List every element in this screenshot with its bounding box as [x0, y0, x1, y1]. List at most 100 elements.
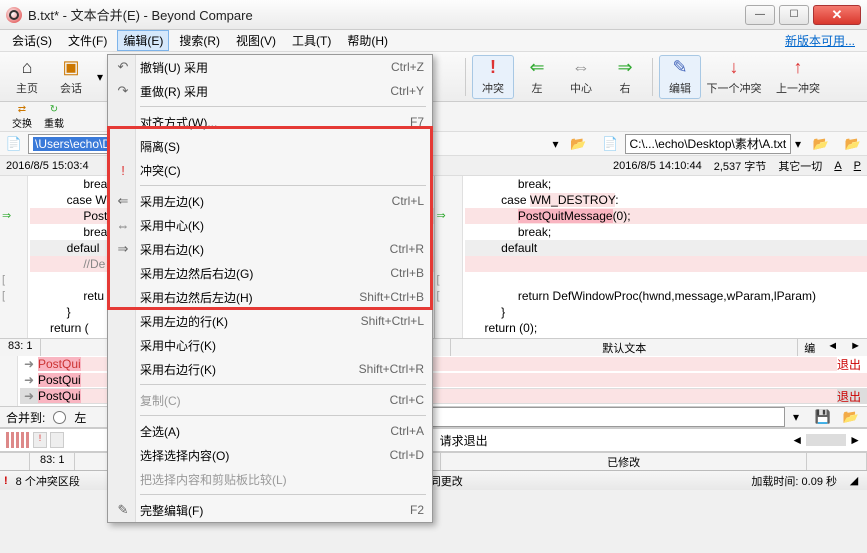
- code-line[interactable]: break;: [465, 176, 867, 192]
- overview-scrollbar[interactable]: [806, 434, 846, 446]
- menu-item-label: 重做(R) 采用: [140, 83, 390, 100]
- app-icon: [6, 7, 22, 23]
- stat-mod: 已修改: [441, 453, 807, 470]
- open-mid-icon[interactable]: 📂: [569, 135, 589, 153]
- header-p[interactable]: P: [854, 160, 861, 172]
- menu-tools[interactable]: 工具(T): [286, 30, 337, 51]
- merge-path-dropdown[interactable]: ▾: [793, 410, 805, 424]
- separator: [652, 58, 653, 96]
- exit-label2: 退出: [837, 388, 867, 405]
- session-dropdown-arrow[interactable]: ▾: [94, 70, 106, 84]
- code-line[interactable]: PostQuitMessage(0);: [465, 208, 867, 224]
- scroll-right-ov[interactable]: ►: [849, 433, 861, 447]
- menu-item-icon: ↷: [114, 83, 132, 99]
- prev-conflict-button[interactable]: ↑上一冲突: [767, 55, 829, 99]
- edit-mode[interactable]: 编: [798, 339, 821, 356]
- menu-item[interactable]: ⇐采用左边(K)Ctrl+L: [108, 189, 432, 213]
- open-right-icon2[interactable]: 📂: [843, 135, 863, 153]
- code-line[interactable]: return (0);: [465, 320, 867, 336]
- code-line[interactable]: break;: [465, 224, 867, 240]
- menu-item[interactable]: 选择选择内容(O)Ctrl+D: [108, 443, 432, 467]
- file-icon-right: 📄: [601, 135, 621, 153]
- center-button[interactable]: ⇔中心: [560, 55, 602, 99]
- exclaim-icon: !: [490, 57, 496, 78]
- reload-button[interactable]: ↻重载: [38, 104, 70, 130]
- menu-item[interactable]: ↶撤销(U) 采用Ctrl+Z: [108, 55, 432, 79]
- session-button[interactable]: ▣会话: [50, 55, 92, 99]
- scroll-left[interactable]: ◄: [821, 339, 844, 356]
- menu-item-label: 撤销(U) 采用: [140, 59, 391, 76]
- menu-item[interactable]: 采用右边然后左边(H)Shift+Ctrl+B: [108, 285, 432, 309]
- menu-item-label: 选择选择内容(O): [140, 447, 390, 464]
- code-line[interactable]: default: [465, 240, 867, 256]
- code-line[interactable]: [465, 272, 867, 288]
- menu-item[interactable]: 全选(A)Ctrl+A: [108, 419, 432, 443]
- update-link[interactable]: 新版本可用...: [779, 30, 861, 51]
- menu-file[interactable]: 文件(F): [62, 30, 113, 51]
- menu-separator: [140, 185, 426, 186]
- maximize-button[interactable]: ☐: [779, 5, 809, 25]
- menu-item: 复制(C)Ctrl+C: [108, 388, 432, 412]
- menu-item-icon: ↶: [114, 59, 132, 75]
- menu-session[interactable]: 会话(S): [6, 30, 58, 51]
- open-merge-icon[interactable]: 📂: [841, 408, 861, 426]
- code-pane-right[interactable]: ⇒ [ [ break; case WM_DESTROY: PostQuitMe…: [434, 176, 867, 338]
- menu-item-icon: ⇐: [114, 193, 132, 209]
- resize-grip-icon[interactable]: ◢: [845, 474, 863, 487]
- code-line[interactable]: [465, 256, 867, 272]
- path-right[interactable]: C:\...\echo\Desktop\素材\A.txt: [625, 134, 792, 154]
- merge-to-left-radio[interactable]: [53, 411, 66, 424]
- minimize-button[interactable]: —: [745, 5, 775, 25]
- path-mid-dropdown[interactable]: ▾: [553, 137, 565, 151]
- menu-item[interactable]: ⇔采用中心(K): [108, 213, 432, 237]
- menu-item[interactable]: ✎完整编辑(F)F2: [108, 498, 432, 522]
- code-line[interactable]: return DefWindowProc(hwnd,message,wParam…: [465, 288, 867, 304]
- menu-separator: [140, 415, 426, 416]
- menu-item[interactable]: 采用右边行(K)Shift+Ctrl+R: [108, 357, 432, 381]
- menu-view[interactable]: 视图(V): [230, 30, 282, 51]
- file-icon-left: 📄: [4, 135, 24, 153]
- menu-item-label: 采用左边的行(K): [140, 313, 361, 330]
- open-right-icon[interactable]: 📂: [811, 135, 831, 153]
- close-button[interactable]: ✕: [813, 5, 861, 25]
- menu-item[interactable]: !冲突(C): [108, 158, 432, 182]
- edit-button[interactable]: ✎编辑: [659, 55, 701, 99]
- pos-left: 83: 1: [0, 339, 41, 356]
- menu-help[interactable]: 帮助(H): [341, 30, 394, 51]
- menu-item[interactable]: 采用中心行(K): [108, 333, 432, 357]
- right-button[interactable]: ⇒右: [604, 55, 646, 99]
- menu-item[interactable]: ⇒采用右边(K)Ctrl+R: [108, 237, 432, 261]
- pencil-icon: ✎: [672, 57, 687, 78]
- code-line[interactable]: }: [465, 336, 867, 338]
- save-icon[interactable]: 💾: [813, 408, 833, 426]
- menu-item-label: 完整编辑(F): [140, 502, 410, 519]
- menu-item: 把选择内容和剪贴板比较(L): [108, 467, 432, 491]
- conflict-button[interactable]: !冲突: [472, 55, 514, 99]
- code-line[interactable]: }: [465, 304, 867, 320]
- arrow-right-icon: ⇒: [617, 57, 632, 78]
- menu-item-shortcut: F7: [410, 115, 424, 129]
- menu-item-shortcut: Ctrl+D: [390, 448, 424, 462]
- code-line[interactable]: case WM_DESTROY:: [465, 192, 867, 208]
- menu-search[interactable]: 搜索(R): [173, 30, 226, 51]
- scroll-right[interactable]: ►: [844, 339, 867, 356]
- next-conflict-button[interactable]: ↓下一个冲突: [703, 55, 765, 99]
- menu-separator: [140, 106, 426, 107]
- menu-item-label: 全选(A): [140, 423, 390, 440]
- arrow-center-icon: ⇔: [572, 57, 590, 78]
- menu-item[interactable]: 隔离(S): [108, 134, 432, 158]
- menu-item[interactable]: 对齐方式(W)...F7: [108, 110, 432, 134]
- left-button[interactable]: ⇐左: [516, 55, 558, 99]
- menu-edit[interactable]: 编辑(E): [117, 30, 169, 51]
- menu-item[interactable]: ↷重做(R) 采用Ctrl+Y: [108, 79, 432, 103]
- menu-item-label: 采用右边(K): [140, 241, 390, 258]
- menu-item[interactable]: 采用左边然后右边(G)Ctrl+B: [108, 261, 432, 285]
- swap-button[interactable]: ⇄交换: [6, 104, 38, 130]
- scroll-left-ov[interactable]: ◄: [791, 433, 803, 447]
- header-a[interactable]: A: [834, 160, 841, 172]
- menu-item-shortcut: F2: [410, 503, 424, 517]
- path-right-dropdown[interactable]: ▾: [795, 137, 807, 151]
- home-button[interactable]: ⌂主页: [6, 55, 48, 99]
- menubar: 会话(S) 文件(F) 编辑(E) 搜索(R) 视图(V) 工具(T) 帮助(H…: [0, 30, 867, 52]
- menu-item[interactable]: 采用左边的行(K)Shift+Ctrl+L: [108, 309, 432, 333]
